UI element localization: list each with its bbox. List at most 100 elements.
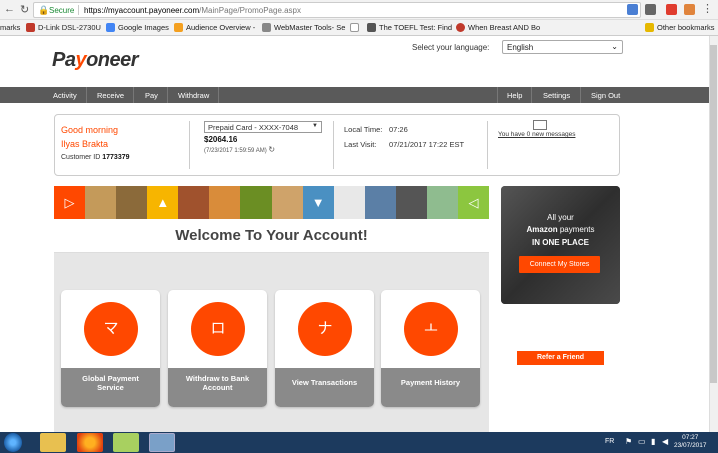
amazon-ad[interactable]: All your Amazon payments IN ONE PLACE Co… [501,186,620,304]
nav-sign-out[interactable]: Sign Out [591,91,620,100]
bookmarks-bar: marks D-Link DSL-2730U Google Images Aud… [0,20,718,36]
menu-icon[interactable]: ⋮ [702,2,713,15]
banner-tile [85,186,117,219]
messages-link[interactable]: You have 0 new messages [498,131,575,138]
refresh-icon[interactable]: ↻ [268,145,275,154]
ad-line-2: Amazon payments [526,225,595,234]
bookmark-item[interactable]: WebMaster Tools- Se [262,23,345,32]
bookmark-favicon-icon [262,23,271,32]
banner-tile [426,186,459,219]
action-global-payment[interactable]: マ Global Payment Service [61,290,160,407]
app-icon[interactable] [149,433,175,452]
banner-arrow-icon[interactable]: ◁ [458,186,490,219]
banner-arrow-icon[interactable]: ▲ [147,186,179,219]
extension-icon[interactable] [645,4,656,15]
clock[interactable]: 07:27 23/07/2017 [674,434,707,450]
reload-icon[interactable]: ↻ [20,3,29,16]
action-payment-history[interactable]: ㅗ Payment History [381,290,480,407]
bookmark-favicon-icon [26,23,35,32]
bank-icon: ロ [191,302,245,356]
customer-id: Customer ID 1773379 [61,154,130,161]
url-host: https://myaccount.payoneer.com [84,6,200,15]
bookmark-favicon-icon [350,23,359,32]
bookmark-item[interactable]: The TOEFL Test: Find [367,23,452,32]
bookmark-favicon-icon [106,23,115,32]
banner-tile [364,186,396,219]
action-view-transactions[interactable]: ナ View Transactions [275,290,374,407]
envelope-icon[interactable] [533,120,547,130]
address-bar[interactable]: 🔒 Secure https://myaccount.payoneer.com/… [33,2,641,18]
firefox-icon[interactable] [77,433,103,452]
chevron-down-icon: ▼ [312,123,318,129]
bookmark-favicon-icon [174,23,183,32]
url-text[interactable]: https://myaccount.payoneer.com/MainPage/… [84,6,301,15]
language-indicator[interactable]: FR [605,438,614,445]
bookmark-item[interactable]: marks [0,23,20,32]
action-tiles: マ Global Payment Service ロ Withdraw to Ba… [54,253,489,453]
start-icon[interactable] [4,433,22,452]
language-select[interactable]: English ⌄ [502,40,623,54]
user-name: Ilyas Brakta [61,139,109,149]
nav-withdraw[interactable]: Withdraw [178,91,209,100]
lock-icon: 🔒 [38,5,50,15]
banner-tile [240,186,272,219]
secure-label: Secure [49,6,75,15]
bookmark-favicon-icon [456,23,465,32]
bookmark-item[interactable]: Other bookmarks [645,23,715,32]
bookmark-item[interactable]: Audience Overview - [174,23,255,32]
main-nav: Activity Receive Pay Withdraw Help Setti… [0,87,709,103]
folder-icon [645,23,654,32]
flag-icon[interactable]: ⚑ [625,437,632,446]
nav-help[interactable]: Help [507,91,522,100]
nav-pay[interactable]: Pay [145,91,158,100]
volume-icon[interactable]: ◀ [662,437,668,446]
signal-icon[interactable]: ▮ [651,437,655,446]
transactions-icon: ナ [298,302,352,356]
banner-tile [209,186,241,219]
payoneer-logo[interactable]: Payoneer [52,49,139,72]
banner-tile [395,186,427,219]
welcome-panel: Welcome To Your Account! [54,219,489,253]
last-visit-label: Last Visit: [344,140,377,149]
local-time-value: 07:26 [389,125,408,134]
banner-tile [178,186,210,219]
history-icon: ㅗ [404,302,458,356]
bookmark-item[interactable]: When Breast AND Bo [456,23,540,32]
monitor-icon[interactable]: ▭ [638,437,646,446]
action-withdraw-bank[interactable]: ロ Withdraw to Bank Account [168,290,267,407]
balance-timestamp: (7/23/2017 1:59:59 AM) ↻ [204,145,276,154]
nav-settings[interactable]: Settings [543,91,570,100]
promo-banner: ▷ ▲ ▼ ◁ [54,186,490,219]
banner-tile [116,186,148,219]
extension-icon[interactable] [666,4,677,15]
bookmark-item[interactable] [350,23,362,32]
refer-friend-button[interactable]: Refer a Friend [517,351,604,365]
card-select[interactable]: Prepaid Card - XXXX-7048 ▼ [204,121,322,133]
app-icon[interactable] [113,433,139,452]
url-path: /MainPage/PromoPage.aspx [199,6,302,15]
nav-activity[interactable]: Activity [53,91,77,100]
balance: $2064.16 [204,135,238,144]
banner-arrow-icon[interactable]: ▼ [302,186,334,219]
bookmark-favicon-icon [367,23,376,32]
ad-line-3: IN ONE PLACE [532,238,589,247]
banner-arrow-icon[interactable]: ▷ [54,186,86,219]
language-label: Select your language: [412,43,490,52]
payment-service-icon: マ [84,302,138,356]
ad-line-1: All your [547,213,574,222]
bookmark-item[interactable]: Google Images [106,23,169,32]
welcome-title: Welcome To Your Account! [175,227,368,244]
greeting: Good morning [61,125,119,135]
explorer-icon[interactable] [40,433,66,452]
account-summary: Good morning Ilyas Brakta Customer ID 17… [54,114,620,176]
banner-tile [333,186,365,219]
connect-stores-button[interactable]: Connect My Stores [519,256,600,273]
download-icon[interactable] [684,4,695,15]
banner-tile [271,186,303,219]
extension-icon[interactable] [627,4,638,15]
bookmark-item[interactable]: D-Link DSL-2730U [26,23,101,32]
back-icon[interactable]: ← [4,3,15,15]
scrollbar-thumb[interactable] [710,45,717,383]
nav-receive[interactable]: Receive [97,91,124,100]
chevron-down-icon: ⌄ [611,42,618,51]
